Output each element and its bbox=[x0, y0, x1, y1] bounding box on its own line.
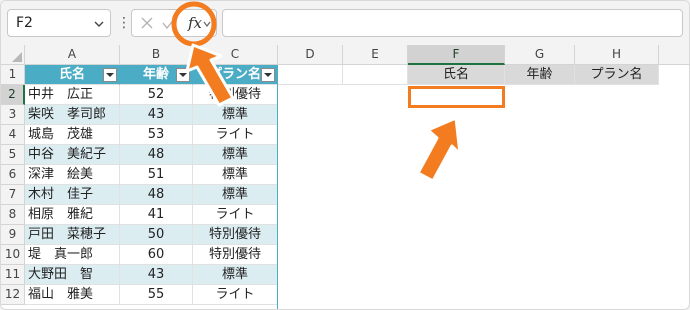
row-header[interactable]: 7 bbox=[1, 185, 25, 205]
column-header-c[interactable]: C bbox=[193, 45, 278, 65]
table-cell-name[interactable]: 柴咲 孝司郎 bbox=[25, 105, 120, 125]
table-header-name[interactable]: 氏名 bbox=[25, 65, 120, 85]
row-header[interactable]: 6 bbox=[1, 165, 25, 185]
row-header[interactable]: 5 bbox=[1, 145, 25, 165]
table-cell-plan[interactable]: 特別優待 bbox=[193, 245, 278, 265]
formula-input[interactable] bbox=[222, 9, 683, 37]
arrow-to-active-cell-icon bbox=[416, 116, 462, 183]
table-cell-name[interactable]: 中谷 美紀子 bbox=[25, 145, 120, 165]
table-header-plan[interactable]: プラン名 bbox=[193, 65, 278, 85]
cell[interactable] bbox=[278, 65, 343, 85]
table-cell-name[interactable]: 中井 広正 bbox=[25, 85, 120, 105]
chevron-down-icon[interactable] bbox=[94, 19, 104, 29]
table-cell-age[interactable]: 51 bbox=[120, 165, 193, 185]
table-cell-age[interactable]: 50 bbox=[120, 225, 193, 245]
table-cell-plan[interactable]: ライト bbox=[193, 285, 278, 305]
lookup-header-plan[interactable]: プラン名 bbox=[575, 65, 659, 85]
row-header[interactable]: 3 bbox=[1, 105, 25, 125]
name-box-value: F2 bbox=[16, 15, 33, 31]
row-header[interactable]: 10 bbox=[1, 245, 25, 265]
table-cell-age[interactable]: 52 bbox=[120, 85, 193, 105]
insert-function-button[interactable]: fx bbox=[188, 14, 202, 32]
table-header-label: 年齢 bbox=[142, 67, 169, 82]
table-cell-plan[interactable]: 特別優待 bbox=[193, 85, 278, 105]
column-header-f[interactable]: F bbox=[408, 45, 505, 65]
table-cell-name[interactable]: 深津 絵美 bbox=[25, 165, 120, 185]
table-cell-name[interactable]: 相原 雅紀 bbox=[25, 205, 120, 225]
table-cell-age[interactable]: 55 bbox=[120, 285, 193, 305]
table-cell-age[interactable]: 41 bbox=[120, 205, 193, 225]
table-cell-age[interactable]: 48 bbox=[120, 145, 193, 165]
filter-dropdown-icon[interactable] bbox=[261, 68, 275, 82]
formula-bar: F2 ⋮ fx bbox=[1, 1, 689, 45]
active-cell-f2[interactable] bbox=[408, 86, 505, 108]
filter-dropdown-icon[interactable] bbox=[103, 68, 117, 82]
enter-check-icon[interactable] bbox=[162, 16, 176, 30]
table-cell-plan[interactable]: 標準 bbox=[193, 105, 278, 125]
table-cell-name[interactable]: 堤 真一郎 bbox=[25, 245, 120, 265]
table-cell-plan[interactable]: ライト bbox=[193, 205, 278, 225]
formula-bar-grip[interactable]: ⋮ bbox=[117, 15, 131, 31]
name-box[interactable]: F2 bbox=[7, 9, 111, 37]
column-header-b[interactable]: B bbox=[120, 45, 193, 65]
select-all-icon bbox=[12, 52, 22, 62]
table-cell-age[interactable]: 53 bbox=[120, 125, 193, 145]
table-cell-plan[interactable]: 標準 bbox=[193, 145, 278, 165]
table-header-label: 氏名 bbox=[58, 67, 85, 82]
table-cell-plan[interactable]: 特別優待 bbox=[193, 225, 278, 245]
formula-buttons: fx bbox=[131, 9, 217, 37]
row-header[interactable]: 11 bbox=[1, 265, 25, 285]
select-all-button[interactable] bbox=[1, 45, 25, 65]
table-cell-age[interactable]: 60 bbox=[120, 245, 193, 265]
column-header-e[interactable]: E bbox=[343, 45, 408, 65]
column-header-blank[interactable] bbox=[659, 45, 689, 65]
table-cell-name[interactable]: 福山 雅美 bbox=[25, 285, 120, 305]
row-header[interactable]: 2 bbox=[1, 85, 25, 105]
table-header-label: プラン名 bbox=[208, 67, 261, 82]
column-header-g[interactable]: G bbox=[505, 45, 575, 65]
lookup-header-name[interactable]: 氏名 bbox=[408, 65, 505, 85]
row-header[interactable]: 9 bbox=[1, 225, 25, 245]
table-header-age[interactable]: 年齢 bbox=[120, 65, 193, 85]
table-cell-name[interactable]: 大野田 智 bbox=[25, 265, 120, 285]
table-cell-plan[interactable]: 標準 bbox=[193, 185, 278, 205]
chevron-down-icon[interactable] bbox=[203, 20, 211, 28]
table-cell-name[interactable]: 木村 佳子 bbox=[25, 185, 120, 205]
filter-dropdown-icon[interactable] bbox=[176, 68, 190, 82]
row-header[interactable]: 4 bbox=[1, 125, 25, 145]
table-cell-plan[interactable]: ライト bbox=[193, 125, 278, 145]
table-cell-age[interactable]: 43 bbox=[120, 265, 193, 285]
table-cell-name[interactable]: 城島 茂雄 bbox=[25, 125, 120, 145]
table-cell-plan[interactable]: 標準 bbox=[193, 265, 278, 285]
column-header-h[interactable]: H bbox=[575, 45, 659, 65]
lookup-header-age[interactable]: 年齢 bbox=[505, 65, 575, 85]
column-header-d[interactable]: D bbox=[278, 45, 343, 65]
row-header[interactable]: 1 bbox=[1, 65, 25, 85]
cell[interactable] bbox=[343, 65, 408, 85]
cancel-icon[interactable] bbox=[140, 16, 154, 30]
table-cell-plan[interactable]: 標準 bbox=[193, 165, 278, 185]
row-header[interactable]: 12 bbox=[1, 285, 25, 305]
excel-window: F2 ⋮ fx A B C D E F G H 1 2 3 4 5 6 7 8 … bbox=[0, 0, 690, 310]
table-cell-name[interactable]: 戸田 菜穂子 bbox=[25, 225, 120, 245]
column-header-a[interactable]: A bbox=[25, 45, 120, 65]
table-cell-age[interactable]: 43 bbox=[120, 105, 193, 125]
row-header[interactable]: 8 bbox=[1, 205, 25, 225]
table-cell-age[interactable]: 48 bbox=[120, 185, 193, 205]
